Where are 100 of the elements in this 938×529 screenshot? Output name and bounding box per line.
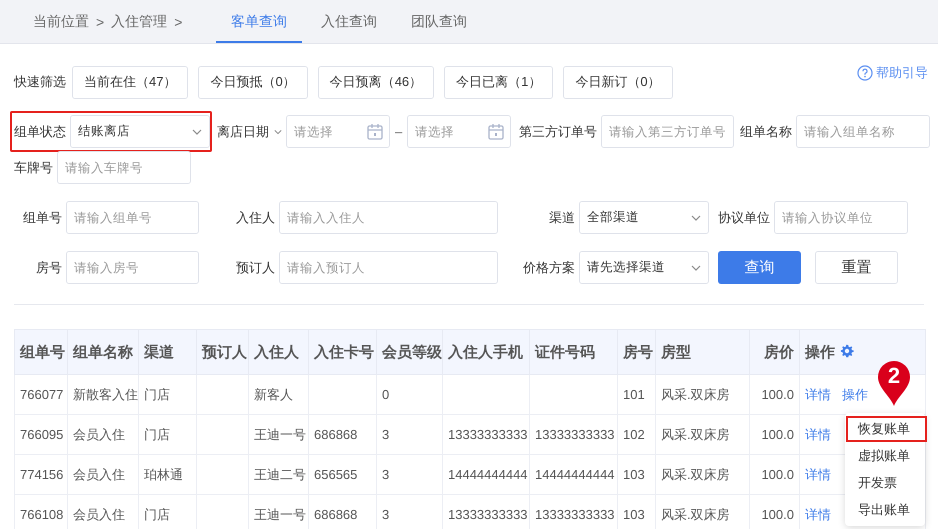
table-cell: 14444444444 [530,454,618,494]
column-header: 组单名称 [68,330,138,374]
chevron-icon [192,128,202,134]
query-button[interactable]: 查询 [718,251,801,284]
field-label: 价格方案 [522,258,575,276]
table-cell: 门店 [138,374,196,414]
table-cell: 3 [376,454,442,494]
column-header: 证件号码 [530,330,618,374]
field-label: 房号 [35,258,62,276]
field-label: 组单状态 [14,122,66,140]
menu-item[interactable]: 恢复账单 [846,416,927,442]
table-cell: 会员入住 [68,414,138,454]
column-header: 入住人手机 [442,330,530,374]
tab[interactable]: 入住查询 [306,0,392,43]
column-header: 预订人 [196,330,248,374]
table-cell: 0 [376,374,442,414]
column-header: 组单号 [14,330,68,374]
table-cell: 13333333333 [442,414,530,454]
column-header: 入住卡号 [308,330,376,374]
table-cell: 100.0 [750,454,800,494]
column-header: 房型 [656,330,750,374]
text-field[interactable]: 请输入车牌号 [57,151,191,184]
field-label: 预订人 [235,258,275,276]
table-cell: 王迪二号 [248,454,308,494]
settings-icon[interactable] [840,344,854,358]
action-link[interactable]: 详情 [805,426,831,442]
table-cell: 新客人 [248,374,308,414]
text-field[interactable]: 请输入协议单位 [774,201,908,234]
column-header: 渠道 [138,330,196,374]
table-cell: 102 [618,414,656,454]
text-field[interactable]: 请输入组单号 [66,201,199,234]
quick-filter-chip[interactable]: 今日新订（0） [563,66,673,98]
field-label-dropdown[interactable]: 离店日期 [217,122,282,140]
table-cell: 门店 [138,414,196,454]
table-cell: 风采.双床房 [656,454,750,494]
dropdown[interactable]: 结账离店 [70,115,210,148]
table-cell: 风采.双床房 [656,414,750,454]
menu-item[interactable]: 开发票 [846,470,924,496]
quick-filter-chip[interactable]: 当前在住（47） [72,66,188,98]
range-separator: – [395,124,402,139]
breadcrumb-item: > [174,14,182,30]
table-cell: 686868 [308,414,376,454]
breadcrumb-item: > [96,14,104,30]
column-header: 操作 [805,344,835,360]
text-field[interactable]: 请输入预订人 [279,251,498,284]
column-header: 入住人 [248,330,308,374]
dropdown[interactable]: 全部渠道 [579,201,709,234]
table-cell: 风采.双床房 [656,374,750,414]
text-field[interactable]: 请输入房号 [66,251,199,284]
action-link[interactable]: 详情 [805,466,831,482]
field-label: 渠道 [548,208,575,226]
quick-filter-chip[interactable]: 今日预抵（0） [198,66,308,98]
column-header: 会员等级 [376,330,442,374]
column-header: 房号 [618,330,656,374]
dropdown[interactable]: 请先选择渠道 [579,251,709,284]
field-label: 车牌号 [14,158,53,176]
tab[interactable]: 客单查询 [216,0,302,43]
table-cell: 766108 [14,494,68,529]
breadcrumb-item: 当前位置 [33,12,89,30]
table-cell: 103 [618,454,656,494]
date-field[interactable]: 请选择 [286,115,390,148]
chevron-icon [691,214,701,220]
table-cell: 766077 [14,374,68,414]
help-icon[interactable] [857,65,873,81]
table-cell: 3 [376,414,442,454]
calendar-icon[interactable] [367,123,383,140]
tab[interactable]: 团队查询 [396,0,482,43]
action-link[interactable]: 操作 [842,386,868,402]
table-cell: 14444444444 [442,454,530,494]
column-header: 房价 [750,330,800,374]
text-field[interactable]: 请输入第三方订单号 [601,115,734,148]
action-link[interactable]: 详情 [805,386,831,402]
breadcrumb-item: 入住管理 [111,12,168,30]
table-cell: 656565 [308,454,376,494]
callout-marker: 2 [876,360,912,407]
menu-item[interactable]: 虚拟账单 [846,443,924,469]
table-cell: 13333333333 [530,414,618,454]
reset-button[interactable]: 重置 [815,251,898,284]
table-cell: 珀林通 [138,454,196,494]
field-label: 第三方订单号 [519,122,598,140]
table-cell: 100.0 [750,414,800,454]
table-cell: 王迪一号 [248,414,308,454]
quick-filter-chip[interactable]: 今日已离（1） [444,66,554,98]
text-field[interactable]: 请输入组单名称 [796,115,930,148]
field-label: 组单名称 [740,122,792,140]
table-cell: 101 [618,374,656,414]
table-cell: 新散客入住 [68,374,138,414]
field-label: 入住人 [235,208,275,226]
chevron-icon[interactable] [274,128,282,134]
action-link[interactable]: 详情 [805,506,831,522]
calendar-icon[interactable] [488,123,504,140]
table-cell: 会员入住 [68,454,138,494]
chevron-icon [691,264,701,270]
quick-filter-label: 快速筛选 [14,73,66,91]
text-field[interactable]: 请输入入住人 [279,201,498,234]
menu-item[interactable]: 导出账单 [846,497,924,523]
quick-filter-chip[interactable]: 今日预离（46） [318,66,434,98]
date-field[interactable]: 请选择 [407,115,512,148]
table-cell: 100.0 [750,374,800,414]
field-label: 组单号 [22,208,62,226]
